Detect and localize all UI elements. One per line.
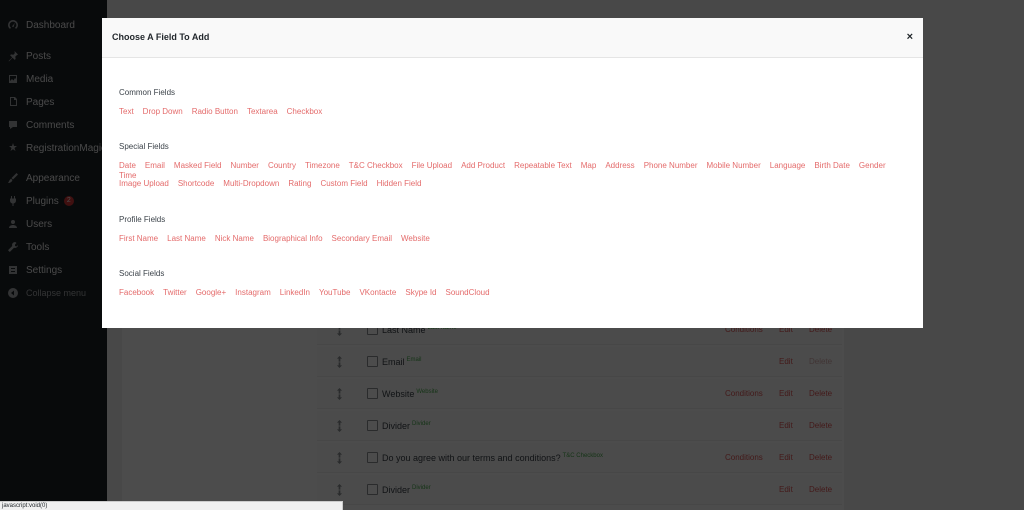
add-field-last-name[interactable]: Last Name (167, 234, 206, 244)
add-field-address[interactable]: Address (605, 161, 634, 171)
group-title: Profile Fields (119, 215, 166, 224)
add-field-vkontacte[interactable]: VKontacte (359, 288, 396, 298)
add-field-mobile-number[interactable]: Mobile Number (707, 161, 761, 171)
add-field-language[interactable]: Language (770, 161, 806, 171)
add-field-biographical-info[interactable]: Biographical Info (263, 234, 323, 244)
add-field-rating[interactable]: Rating (288, 179, 311, 189)
add-field-masked-field[interactable]: Masked Field (174, 161, 222, 171)
add-field-phone-number[interactable]: Phone Number (644, 161, 698, 171)
field-type-list: Facebook Twitter Google+ Instagram LinkedIn Y… (119, 288, 909, 298)
group-title: Common Fields (119, 88, 176, 97)
add-field-drop-down[interactable]: Drop Down (143, 107, 183, 117)
add-field-googleplus[interactable]: Google+ (196, 288, 226, 298)
add-field-radio-button[interactable]: Radio Button (192, 107, 238, 117)
add-field-tandc-checkbox[interactable]: T&C Checkbox (349, 161, 403, 171)
add-field-shortcode[interactable]: Shortcode (178, 179, 214, 189)
add-field-textarea[interactable]: Textarea (247, 107, 278, 117)
modal-title: Choose A Field To Add (112, 32, 210, 42)
add-field-birth-date[interactable]: Birth Date (814, 161, 850, 171)
add-field-gender[interactable]: Gender (859, 161, 886, 171)
add-field-add-product[interactable]: Add Product (461, 161, 505, 171)
add-field-number[interactable]: Number (231, 161, 259, 171)
add-field-hidden-field[interactable]: Hidden Field (377, 179, 422, 189)
add-field-repeatable-text[interactable]: Repeatable Text (514, 161, 572, 171)
field-type-list: First Name Last Name Nick Name Biographical… (119, 234, 909, 244)
add-field-youtube[interactable]: YouTube (319, 288, 350, 298)
add-field-date[interactable]: Date (119, 161, 136, 171)
add-field-map[interactable]: Map (581, 161, 597, 171)
field-type-list: Image Upload Shortcode Multi-Dropdown Ratin… (119, 179, 909, 189)
add-field-instagram[interactable]: Instagram (235, 288, 271, 298)
field-type-list: Date Email Masked Field Number Country Timezo… (119, 161, 909, 181)
add-field-checkbox[interactable]: Checkbox (287, 107, 323, 117)
add-field-soundcloud[interactable]: SoundCloud (446, 288, 490, 298)
add-field-file-upload[interactable]: File Upload (412, 161, 452, 171)
add-field-text[interactable]: Text (119, 107, 134, 117)
add-field-twitter[interactable]: Twitter (163, 288, 187, 298)
choose-field-modal: Choose A Field To Add × Common Fields Tex… (102, 18, 923, 328)
group-title: Special Fields (119, 142, 169, 151)
add-field-email[interactable]: Email (145, 161, 165, 171)
add-field-timezone[interactable]: Timezone (305, 161, 340, 171)
add-field-first-name[interactable]: First Name (119, 234, 158, 244)
close-icon[interactable]: × (907, 31, 913, 43)
add-field-nick-name[interactable]: Nick Name (215, 234, 254, 244)
group-title: Social Fields (119, 269, 165, 278)
add-field-skype-id[interactable]: Skype Id (405, 288, 436, 298)
add-field-website[interactable]: Website (401, 234, 430, 244)
add-field-multi-dropdown[interactable]: Multi-Dropdown (223, 179, 279, 189)
add-field-custom-field[interactable]: Custom Field (320, 179, 367, 189)
modal-header: Choose A Field To Add × (102, 18, 923, 58)
add-field-facebook[interactable]: Facebook (119, 288, 154, 298)
add-field-secondary-email[interactable]: Secondary Email (332, 234, 392, 244)
status-bar: javascript:void(0) (0, 501, 343, 510)
field-type-list: Text Drop Down Radio Button Textarea Checkbo… (119, 107, 909, 117)
add-field-image-upload[interactable]: Image Upload (119, 179, 169, 189)
add-field-linkedin[interactable]: LinkedIn (280, 288, 310, 298)
add-field-country[interactable]: Country (268, 161, 296, 171)
